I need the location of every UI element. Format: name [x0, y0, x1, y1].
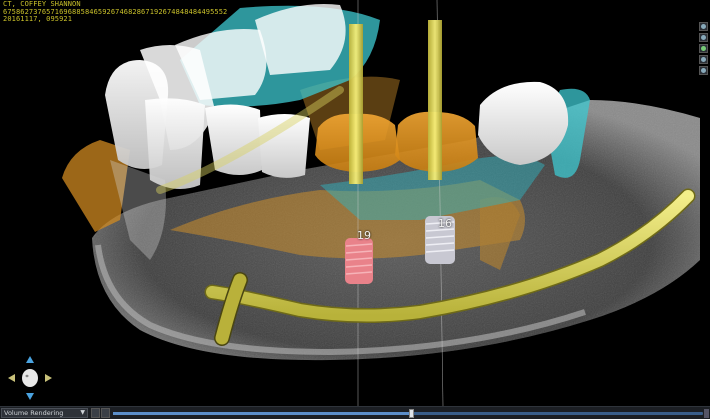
guide-pin-16[interactable] [428, 20, 442, 180]
view-icon[interactable] [699, 44, 708, 53]
arrow-right-icon[interactable] [45, 374, 52, 382]
reset-view-button[interactable] [91, 408, 100, 418]
implant-label-16: 16 [438, 217, 452, 230]
orientation-cube[interactable] [6, 354, 54, 402]
volume-viewport[interactable]: CT, COFFEY SHANNON 675862737657169688584… [0, 0, 710, 406]
view-toolstrip [699, 22, 708, 75]
camera-icon[interactable] [699, 22, 708, 31]
chevron-down-icon: ▼ [80, 409, 85, 416]
guide-pin-19[interactable] [349, 24, 363, 184]
settings-icon[interactable] [699, 33, 708, 42]
status-bar: Volume Rendering ▼ [0, 406, 710, 419]
implant-19[interactable] [345, 238, 373, 284]
render-mode-select[interactable]: Volume Rendering ▼ [1, 408, 88, 418]
arrow-up-icon[interactable] [26, 356, 34, 363]
render-mode-label: Volume Rendering [4, 409, 64, 417]
slider-fill [113, 412, 411, 415]
3d-volume-render[interactable] [0, 0, 710, 406]
slider-thumb[interactable] [408, 409, 414, 418]
study-timestamp: 20161117, 095921 [3, 15, 73, 23]
cine-button[interactable] [101, 408, 110, 418]
arrow-down-icon[interactable] [26, 393, 34, 400]
plane-icon[interactable] [699, 55, 708, 64]
layers-icon[interactable] [699, 66, 708, 75]
slice-slider[interactable] [113, 409, 703, 418]
implant-label-19: 19 [357, 229, 371, 242]
head-icon [22, 369, 38, 387]
arrow-left-icon[interactable] [8, 374, 15, 382]
slider-end-button[interactable] [704, 409, 709, 418]
